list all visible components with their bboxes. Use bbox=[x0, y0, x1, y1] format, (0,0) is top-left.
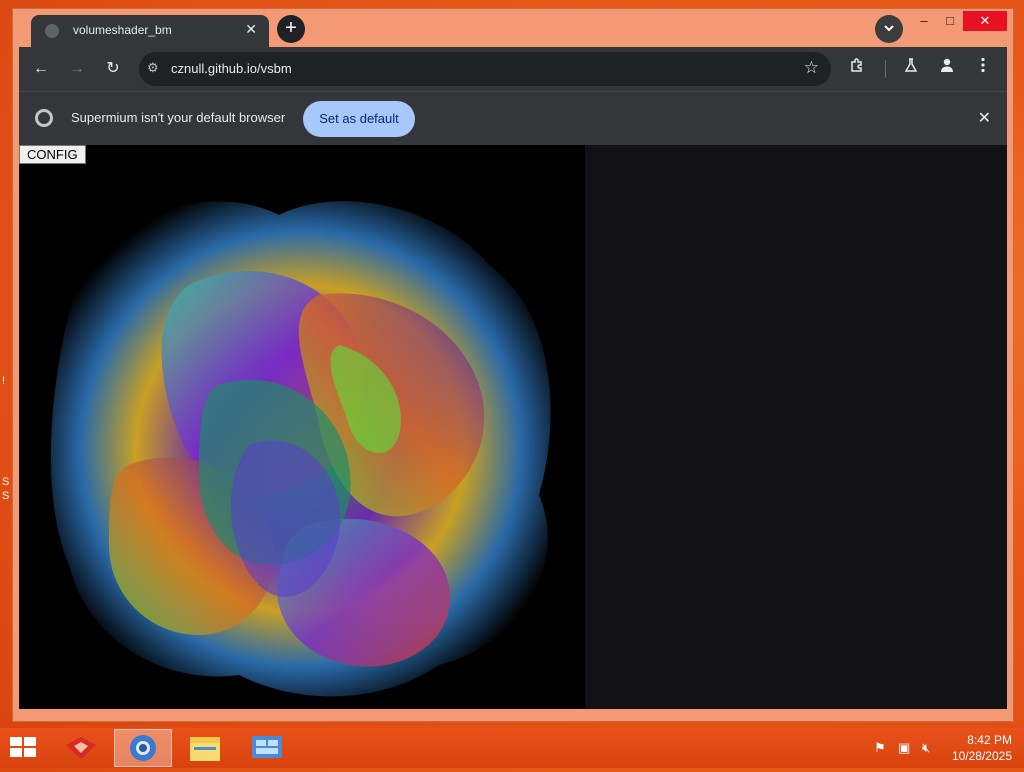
back-button[interactable]: ← bbox=[29, 57, 53, 81]
maximize-button[interactable]: □ bbox=[935, 11, 965, 31]
forward-button[interactable]: → bbox=[65, 57, 89, 81]
close-window-button[interactable]: ✕ bbox=[963, 11, 1007, 31]
browser-window: volumeshader_bm ✕ + – □ ✕ ← → ↻ ⚙ cznull… bbox=[12, 8, 1014, 722]
network-icon[interactable]: ▣ bbox=[898, 740, 910, 756]
infobar-close-icon[interactable]: ✕ bbox=[978, 108, 991, 128]
infobar-message: Supermium isn't your default browser bbox=[71, 110, 286, 125]
tab-strip: volumeshader_bm ✕ + – □ ✕ bbox=[13, 9, 1013, 47]
shader-canvas[interactable]: CONFIG bbox=[19, 145, 585, 709]
toolbar-divider bbox=[885, 60, 886, 78]
system-clock[interactable]: 8:42 PM 10/28/2025 bbox=[952, 732, 1012, 764]
fractal-render bbox=[50, 201, 551, 697]
flask-icon[interactable] bbox=[899, 57, 923, 81]
volume-muted-icon[interactable]: 🔇︎ bbox=[922, 740, 930, 756]
start-button[interactable] bbox=[10, 737, 38, 759]
person-icon[interactable] bbox=[935, 57, 959, 81]
tune-icon[interactable]: ⚙ bbox=[147, 60, 159, 76]
action-center-flag-icon[interactable]: ⚑ bbox=[874, 740, 886, 756]
taskbar: ⚑ ▣ 🔇︎ 8:42 PM 10/28/2025 bbox=[0, 728, 1024, 768]
set-default-button[interactable]: Set as default bbox=[303, 101, 415, 137]
chevron-down-icon bbox=[884, 25, 894, 32]
star-icon[interactable]: ☆ bbox=[804, 58, 819, 78]
new-tab-button[interactable]: + bbox=[277, 15, 305, 43]
kebab-menu-icon[interactable] bbox=[971, 57, 995, 81]
clock-date: 10/28/2025 bbox=[951, 749, 1012, 763]
taskbar-browser[interactable] bbox=[114, 729, 172, 767]
browser-toolbar: ← → ↻ ⚙ cznull.github.io/vsbm ☆ bbox=[19, 47, 1007, 91]
clock-time: 8:42 PM bbox=[967, 733, 1012, 747]
tab-title: volumeshader_bm bbox=[73, 23, 172, 37]
reload-button[interactable]: ↻ bbox=[101, 57, 125, 81]
tab-volumeshader[interactable]: volumeshader_bm ✕ bbox=[31, 15, 269, 47]
taskbar-file-explorer[interactable] bbox=[176, 729, 234, 767]
page-content: CONFIG bbox=[19, 145, 1007, 709]
puzzle-icon[interactable] bbox=[845, 57, 869, 81]
config-button[interactable]: CONFIG bbox=[19, 145, 86, 164]
browser-logo-icon bbox=[35, 109, 53, 127]
url-text[interactable]: cznull.github.io/vsbm bbox=[171, 61, 292, 76]
tab-search-button[interactable] bbox=[875, 15, 903, 43]
tab-close-icon[interactable]: ✕ bbox=[245, 21, 257, 38]
address-bar[interactable]: ⚙ cznull.github.io/vsbm ☆ bbox=[139, 52, 831, 86]
taskbar-control-panel[interactable] bbox=[238, 729, 296, 767]
taskbar-app-red[interactable] bbox=[52, 729, 110, 767]
globe-icon bbox=[45, 24, 59, 38]
default-browser-infobar: Supermium isn't your default browser Set… bbox=[19, 91, 1007, 145]
